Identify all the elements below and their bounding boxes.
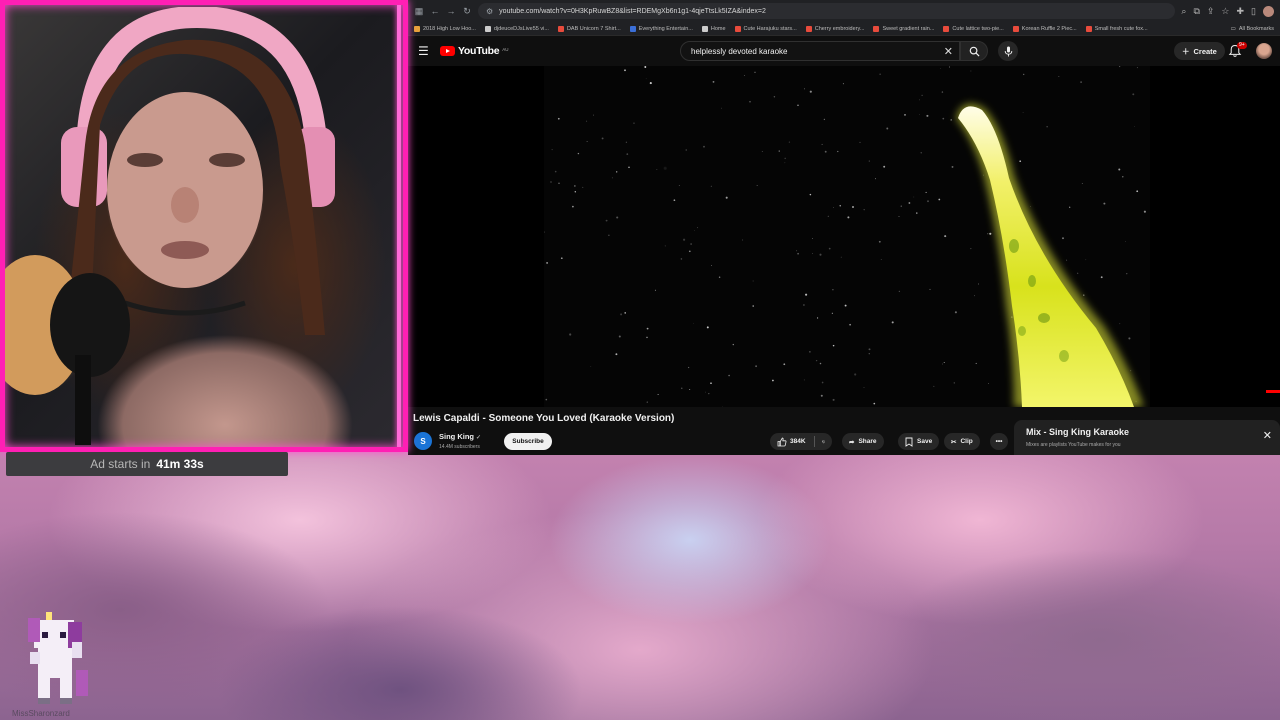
- bookmark-item[interactable]: 2018 High Low Hoo...: [414, 25, 476, 32]
- bookmark-item[interactable]: Everything Entertain...: [629, 25, 693, 32]
- ad-label: Ad starts in: [90, 457, 151, 471]
- bookmarks-bar: 2018 High Low Hoo... djdeuceDJsLive55 vi…: [408, 22, 1280, 36]
- all-bookmarks-button[interactable]: ▭ All Bookmarks: [1231, 26, 1274, 32]
- like-button[interactable]: 384K: [777, 437, 806, 447]
- webcam-feed: [0, 0, 408, 452]
- search-query-text: helplessly devoted karaoke: [691, 46, 788, 56]
- tab-search-icon[interactable]: ▦: [414, 6, 424, 17]
- bookmark-item[interactable]: djdeuceDJsLive55 vi...: [484, 25, 549, 32]
- site-info-icon[interactable]: ⚙: [486, 7, 493, 16]
- bookmark-favicon-icon: [805, 25, 812, 32]
- account-avatar[interactable]: [1256, 43, 1272, 59]
- url-text: youtube.com/watch?v=0H3KpRuwBZ8&list=RDE…: [499, 7, 766, 15]
- close-mix-icon[interactable]: ✕: [1263, 429, 1272, 442]
- plus-icon: ＋: [1182, 46, 1190, 56]
- bookmark-favicon-icon: [943, 25, 950, 32]
- more-actions-button[interactable]: •••: [990, 433, 1008, 450]
- thumbs-down-icon[interactable]: [822, 437, 825, 447]
- bookmark-favicon-icon: [734, 25, 741, 32]
- folder-icon: ▭: [1230, 25, 1236, 32]
- bookmark-favicon-icon: [701, 25, 708, 32]
- bookmark-favicon-icon: [484, 25, 491, 32]
- bookmark-item[interactable]: Sweet gradient rain...: [873, 25, 934, 32]
- profile-avatar[interactable]: [1263, 5, 1274, 17]
- search-input[interactable]: helplessly devoted karaoke ✕: [680, 41, 960, 61]
- bookmark-item[interactable]: Cherry embroidery...: [805, 25, 864, 32]
- back-icon[interactable]: ←: [430, 6, 440, 16]
- bookmark-item[interactable]: Cute Harajuku stars...: [734, 25, 797, 32]
- search-button[interactable]: [960, 41, 988, 61]
- bookmark-item[interactable]: Small fresh cute fox...: [1085, 25, 1148, 32]
- bookmark-favicon-icon: [873, 25, 880, 32]
- hamburger-menu-icon[interactable]: ☰: [418, 44, 436, 58]
- address-bar[interactable]: ⚙ youtube.com/watch?v=0H3KpRuwBZ8&list=R…: [478, 3, 1176, 19]
- extensions-icon[interactable]: ✚: [1237, 6, 1245, 17]
- clip-button[interactable]: ✂ Clip: [944, 433, 980, 450]
- bookmark-favicon-icon: [1085, 25, 1092, 32]
- bookmark-star-icon[interactable]: ☆: [1221, 6, 1229, 17]
- glowing-tentacle-graphic: [956, 103, 1144, 407]
- install-icon[interactable]: ⧉: [1193, 6, 1199, 17]
- more-dots-icon: •••: [995, 438, 1003, 445]
- bookmark-item[interactable]: Home: [701, 25, 726, 32]
- verified-check-icon: ✓: [476, 435, 482, 441]
- channel-avatar[interactable]: S: [414, 432, 432, 450]
- share-button[interactable]: ➦ Share: [842, 433, 884, 450]
- mix-subtitle: Mixes are playlists YouTube makes for yo…: [1026, 442, 1121, 448]
- search-icon: [969, 46, 980, 57]
- bookmark-item[interactable]: Korean Ruffle 2 Piec...: [1012, 25, 1077, 32]
- ad-countdown-banner: Ad starts in 41m 33s: [6, 452, 288, 476]
- browser-window: ▦ ← → ↻ ⚙ youtube.com/watch?v=0H3KpRuwBZ…: [408, 0, 1280, 455]
- youtube-play-icon: [440, 46, 455, 56]
- zoom-icon[interactable]: ⌕: [1181, 6, 1186, 17]
- streamer-face-graphic: [5, 39, 325, 445]
- scissors-icon: ✂: [951, 438, 957, 446]
- video-player[interactable]: [408, 66, 1280, 407]
- clear-search-icon[interactable]: ✕: [944, 45, 953, 58]
- voice-search-button[interactable]: [998, 41, 1018, 61]
- subscriber-count: 14.4M subscribers: [439, 444, 480, 450]
- share-arrow-icon: ➦: [849, 438, 855, 446]
- thumbs-up-icon: [777, 437, 787, 446]
- bookmark-favicon-icon: [414, 25, 420, 32]
- channel-name[interactable]: Sing King ✓: [439, 432, 481, 441]
- microphone-icon: [1004, 46, 1012, 56]
- ad-timer: 41m 33s: [156, 457, 204, 471]
- sidepanel-icon[interactable]: ▯: [1251, 6, 1256, 17]
- pixel-unicorn-mascot-icon: [28, 612, 88, 704]
- share-page-icon[interactable]: ⇪: [1207, 6, 1215, 17]
- reload-icon[interactable]: ↻: [462, 6, 472, 17]
- youtube-logo[interactable]: YouTube AU: [440, 45, 509, 57]
- bookmark-item[interactable]: Cute lattice two-pie...: [943, 25, 1004, 32]
- live-progress-indicator: [1266, 390, 1280, 393]
- bookmark-icon: [905, 437, 913, 447]
- video-title: Lewis Capaldi - Someone You Loved (Karao…: [413, 413, 675, 424]
- subscribe-button[interactable]: Subscribe: [504, 433, 552, 450]
- create-button[interactable]: ＋ Create: [1174, 42, 1225, 60]
- bookmark-favicon-icon: [557, 25, 564, 32]
- like-count: 384K: [790, 438, 806, 445]
- forward-icon[interactable]: →: [446, 6, 456, 16]
- streamer-name-label: MissSharonzard: [12, 709, 70, 718]
- mix-playlist-panel[interactable]: Mix - Sing King Karaoke Mixes are playli…: [1014, 420, 1280, 455]
- mix-title: Mix - Sing King Karaoke: [1026, 427, 1130, 437]
- notification-count-badge: 9+: [1237, 42, 1247, 49]
- bookmark-favicon-icon: [629, 25, 636, 32]
- browser-toolbar: ▦ ← → ↻ ⚙ youtube.com/watch?v=0H3KpRuwBZ…: [408, 0, 1280, 22]
- neon-frame-edge: [397, 5, 401, 447]
- save-button[interactable]: Save: [898, 433, 940, 450]
- bookmark-favicon-icon: [1012, 25, 1019, 32]
- bookmark-item[interactable]: DAB Unicorn 7 Shirt...: [557, 25, 621, 32]
- video-frame: [544, 66, 1150, 407]
- like-dislike-group: 384K: [770, 433, 832, 450]
